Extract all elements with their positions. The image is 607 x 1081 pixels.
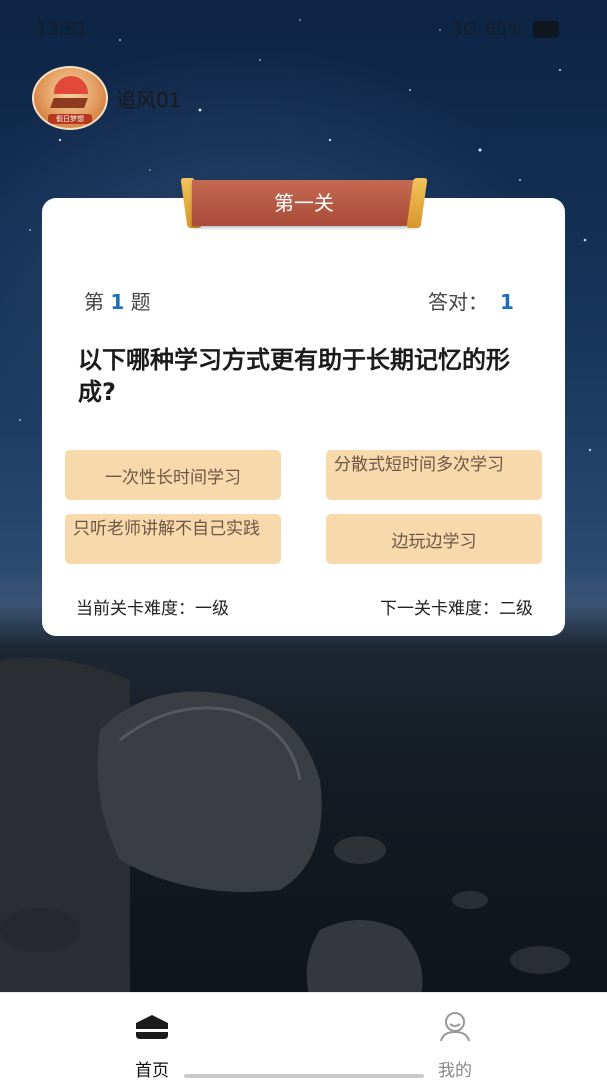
user-icon <box>440 1012 470 1042</box>
battery-icon <box>533 20 559 38</box>
level-title: 第一关 <box>192 180 416 226</box>
correct-label: 答对： <box>428 290 488 314</box>
battery-text: 65% <box>484 18 525 40</box>
correct-count: 答对： 1 <box>428 286 514 315</box>
question-number-value: 1 <box>110 290 125 314</box>
question-label-suffix: 题 <box>130 290 151 314</box>
quiz-card <box>42 198 565 636</box>
network-indicator: 5G <box>451 18 477 40</box>
home-indicator <box>184 1074 424 1078</box>
correct-count-value: 1 <box>500 290 514 314</box>
avatar-tag: 假日梦想 <box>48 114 92 124</box>
home-icon <box>136 1015 168 1039</box>
username: 追风01 <box>116 87 182 112</box>
option-d-button[interactable]: 边玩边学习 <box>326 514 542 564</box>
bottom-nav: 首页 我的 <box>0 992 607 1081</box>
next-difficulty: 下一关卡难度：二级 <box>380 599 533 619</box>
option-b-button[interactable]: 分散式短时间多次学习 <box>326 450 542 500</box>
user-header: 假日梦想 追风01 <box>32 66 181 130</box>
option-a-button[interactable]: 一次性长时间学习 <box>65 450 281 500</box>
status-time: 13:51 <box>36 18 88 40</box>
avatar[interactable]: 假日梦想 <box>32 66 108 130</box>
question-label-prefix: 第 <box>84 290 104 314</box>
current-difficulty: 当前关卡难度：一级 <box>76 599 229 619</box>
status-bar: 13:51 5G 65% <box>36 14 559 44</box>
status-indicators: 5G 65% <box>452 19 559 40</box>
rocky-terrain <box>0 657 570 1000</box>
nav-home[interactable]: 首页 <box>102 1009 202 1081</box>
level-banner: 第一关 <box>180 178 428 228</box>
question-text: 以下哪种学习方式更有助于长期记忆的形成? <box>78 346 510 406</box>
nav-mine[interactable]: 我的 <box>405 1009 505 1081</box>
option-c-button[interactable]: 只听老师讲解不自己实践 <box>65 514 281 564</box>
umbrella-icon <box>54 76 88 94</box>
question-number: 第 1 题 <box>84 286 151 315</box>
beach-chair-icon <box>50 98 88 108</box>
